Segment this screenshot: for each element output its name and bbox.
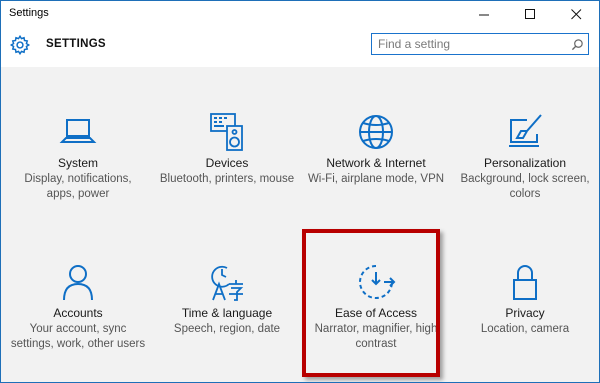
tile-name: Personalization [483,156,567,170]
tile-name: Devices [205,156,249,170]
gear-icon [9,34,31,56]
maximize-button[interactable] [507,1,553,27]
title-bar: Settings [1,1,599,27]
tile-name: Accounts [53,306,103,320]
tile-name: Privacy [505,306,545,320]
settings-window: Settings SETTINGS Find a setting System … [0,0,600,383]
tile-name: System [57,156,98,170]
search-icon[interactable] [571,38,584,51]
tile-personalization[interactable]: Personalization Background, lock screen,… [450,112,599,232]
tile-description: Display, notifications, apps, power [24,173,132,200]
maximize-icon [524,8,535,19]
time-language-icon [211,265,244,301]
person-icon [63,265,93,301]
tile-system[interactable]: System Display, notifications, apps, pow… [3,112,153,232]
tile-name: Time & language [181,306,273,320]
tile-devices[interactable]: Devices Bluetooth, printers, mouse [152,112,302,232]
tile-description: Wi-Fi, airplane mode, VPN [307,173,445,185]
laptop-icon [59,119,97,143]
tile-description: Background, lock screen, colors [460,173,590,200]
globe-icon [359,115,393,149]
window-title: Settings [9,7,49,19]
tile-name: Network & Internet [326,156,426,170]
tile-time-language[interactable]: Time & language Speech, region, date [152,262,302,382]
close-icon [570,8,581,19]
tile-privacy[interactable]: Privacy Location, camera [450,262,599,382]
paintbrush-icon [509,114,542,147]
page-title: SETTINGS [46,38,106,50]
tile-description: Location, camera [480,323,570,335]
tile-description: Bluetooth, printers, mouse [159,173,295,185]
minimize-icon [478,14,489,15]
tile-accounts[interactable]: Accounts Your account, sync settings, wo… [3,262,153,382]
lock-icon [513,265,537,300]
highlight-box [302,229,440,377]
tile-description: Speech, region, date [173,323,281,335]
minimize-button[interactable] [461,1,507,27]
tile-network-internet[interactable]: Network & Internet Wi-Fi, airplane mode,… [301,112,451,232]
settings-header: SETTINGS [1,27,599,67]
search-box[interactable] [371,33,589,55]
tile-description: Your account, sync settings, work, other… [10,323,146,350]
search-input[interactable] [378,36,558,52]
close-button[interactable] [553,1,599,27]
devices-icon [210,113,243,151]
